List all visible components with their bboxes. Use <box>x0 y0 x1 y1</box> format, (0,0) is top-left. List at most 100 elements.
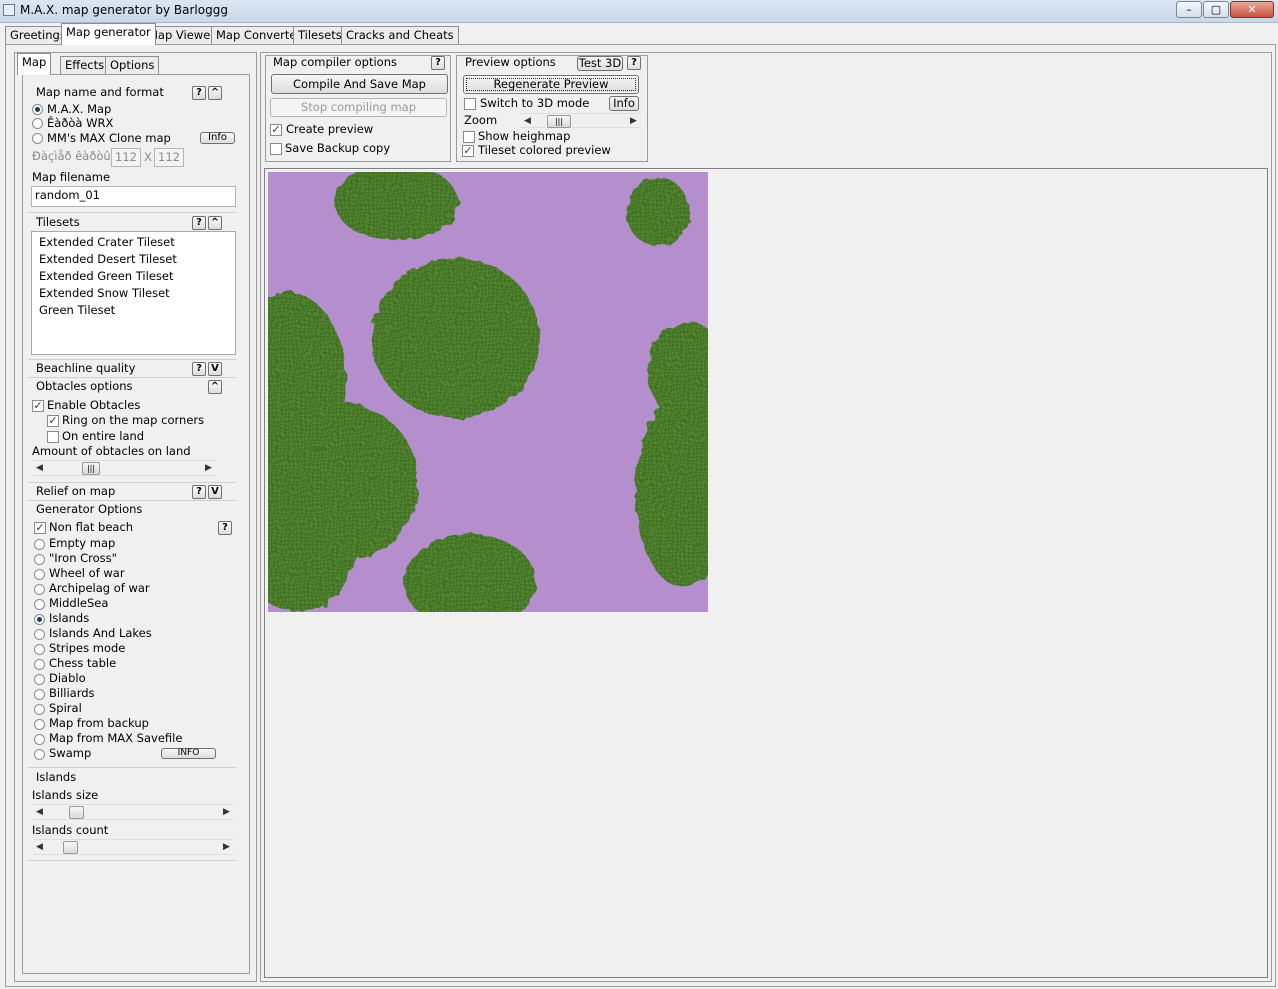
map-preview-svg <box>268 172 708 612</box>
preview-info-button[interactable]: Info <box>609 96 639 111</box>
tileset-item[interactable]: Extended Snow Tileset <box>39 286 170 300</box>
mode-radio[interactable] <box>34 629 45 640</box>
islands-size-slider[interactable]: ◀ ▶ <box>33 804 234 820</box>
relief-help-button[interactable]: ? <box>192 485 206 499</box>
scroll-right-icon[interactable]: ▶ <box>205 463 212 473</box>
switch-3d-label: Switch to 3D mode <box>480 96 590 110</box>
obstacles-amount-slider[interactable]: ◀ ||| ▶ <box>33 460 216 476</box>
mode-radio[interactable] <box>34 659 45 670</box>
obstacles-title: Obtacles options <box>36 379 133 393</box>
mode-label: Empty map <box>49 536 116 550</box>
mode-radio[interactable] <box>34 584 45 595</box>
tilesets-collapse-button[interactable]: ^ <box>208 216 222 230</box>
mode-radio[interactable] <box>34 539 45 550</box>
mode-radio[interactable] <box>34 554 45 565</box>
mode-radio[interactable] <box>34 704 45 715</box>
mode-radio[interactable] <box>34 749 45 760</box>
mode-label: "Iron Cross" <box>49 551 117 565</box>
mode-radio[interactable] <box>34 689 45 700</box>
beachline-help-button[interactable]: ? <box>192 362 206 376</box>
non-flat-beach-checkbox[interactable]: ✓ <box>34 522 46 534</box>
compile-and-save-button[interactable]: Compile And Save Map <box>271 74 448 94</box>
test-3d-button[interactable]: Test 3D <box>577 56 623 71</box>
slider-thumb[interactable] <box>69 806 84 819</box>
create-preview-checkbox[interactable]: ✓ <box>270 124 282 136</box>
stop-compiling-button[interactable]: Stop compiling map <box>270 98 447 117</box>
regenerate-preview-button[interactable]: Regenerate Preview <box>463 75 639 94</box>
format-radio-max[interactable] <box>32 104 43 115</box>
zoom-label: Zoom <box>464 113 498 127</box>
tilesets-help-button[interactable]: ? <box>192 216 206 230</box>
mode-radio[interactable] <box>34 569 45 580</box>
map-filename-input[interactable]: random_01 <box>31 186 236 207</box>
subtab-options[interactable]: Options <box>105 56 160 74</box>
subtab-map[interactable]: Map <box>17 53 52 75</box>
save-backup-checkbox[interactable] <box>270 143 282 155</box>
slider-thumb[interactable]: ||| <box>547 115 571 128</box>
switch-3d-checkbox[interactable] <box>464 98 476 110</box>
scroll-left-icon[interactable]: ◀ <box>36 807 43 817</box>
clone-info-button[interactable]: Info <box>200 132 235 144</box>
map-preview-image <box>268 172 708 612</box>
maximize-button[interactable]: ▢ <box>1203 1 1229 18</box>
tileset-item[interactable]: Extended Crater Tileset <box>39 235 175 249</box>
tileset-item[interactable]: Extended Green Tileset <box>39 269 173 283</box>
show-heightmap-checkbox[interactable] <box>463 131 475 143</box>
map-width-input[interactable]: 112 <box>111 148 141 167</box>
tab-tilesets[interactable]: Tilesets <box>293 26 347 44</box>
preview-help-button[interactable]: ? <box>627 56 641 70</box>
island <box>372 258 540 418</box>
mode-label: Map from MAX Savefile <box>49 731 183 745</box>
mode-radio[interactable] <box>34 644 45 655</box>
scroll-left-icon[interactable]: ◀ <box>36 842 43 852</box>
tilesets-list[interactable]: Extended Crater Tileset Extended Desert … <box>31 231 236 355</box>
island <box>334 172 458 240</box>
zoom-slider[interactable]: ◀ ||| ▶ <box>520 113 641 128</box>
obstacles-amount-label: Amount of obtacles on land <box>32 444 191 458</box>
close-button[interactable]: ✕ <box>1230 1 1274 18</box>
mode-radio[interactable] <box>34 674 45 685</box>
tileset-item[interactable]: Green Tileset <box>39 303 115 317</box>
mode-radio-selected[interactable] <box>34 614 45 625</box>
relief-expand-button[interactable]: V <box>208 485 222 499</box>
scroll-left-icon[interactable]: ◀ <box>524 116 531 126</box>
mode-label: Billiards <box>49 686 95 700</box>
mode-radio[interactable] <box>34 719 45 730</box>
map-height-input[interactable]: 112 <box>154 148 184 167</box>
island <box>626 178 690 246</box>
scroll-left-icon[interactable]: ◀ <box>36 463 43 473</box>
scroll-right-icon[interactable]: ▶ <box>223 807 230 817</box>
entire-land-label: On entire land <box>62 429 145 443</box>
obstacles-divider <box>28 377 236 378</box>
generator-help-button[interactable]: ? <box>218 521 232 535</box>
slider-thumb[interactable] <box>63 841 78 854</box>
scroll-right-icon[interactable]: ▶ <box>223 842 230 852</box>
format-label-clone: MM's MAX Clone map <box>47 131 171 145</box>
beachline-expand-button[interactable]: V <box>208 362 222 376</box>
enable-obstacles-checkbox[interactable]: ✓ <box>32 400 44 412</box>
generator-divider <box>28 500 236 501</box>
tileset-item[interactable]: Extended Desert Tileset <box>39 252 177 266</box>
compiler-help-button[interactable]: ? <box>431 56 445 70</box>
mode-radio[interactable] <box>34 599 45 610</box>
minimize-button[interactable]: – <box>1176 1 1202 18</box>
format-radio-wrx[interactable] <box>32 118 43 129</box>
tileset-colored-checkbox[interactable]: ✓ <box>462 145 474 157</box>
mode-radio[interactable] <box>34 734 45 745</box>
obstacles-collapse-button[interactable]: ^ <box>208 380 222 394</box>
islands-count-slider[interactable]: ◀ ▶ <box>33 839 234 855</box>
tab-map-generator[interactable]: Map generator <box>61 23 156 45</box>
slider-thumb[interactable]: ||| <box>82 462 100 475</box>
entire-land-checkbox[interactable] <box>47 431 59 443</box>
scroll-right-icon[interactable]: ▶ <box>630 116 637 126</box>
map-format-collapse-button[interactable]: ^ <box>208 86 222 100</box>
format-radio-clone[interactable] <box>32 133 43 144</box>
mode-label: Wheel of war <box>49 566 125 580</box>
ring-corners-checkbox[interactable]: ✓ <box>47 415 59 427</box>
subtab-effects[interactable]: Effects <box>60 56 110 74</box>
swamp-info-button[interactable]: INFO <box>161 748 216 759</box>
map-format-help-button[interactable]: ? <box>192 86 206 100</box>
tab-map-converter[interactable]: Map Converter <box>211 26 307 44</box>
mode-label: Stripes mode <box>49 641 126 655</box>
tab-cracks-and-cheats[interactable]: Cracks and Cheats <box>341 26 459 44</box>
